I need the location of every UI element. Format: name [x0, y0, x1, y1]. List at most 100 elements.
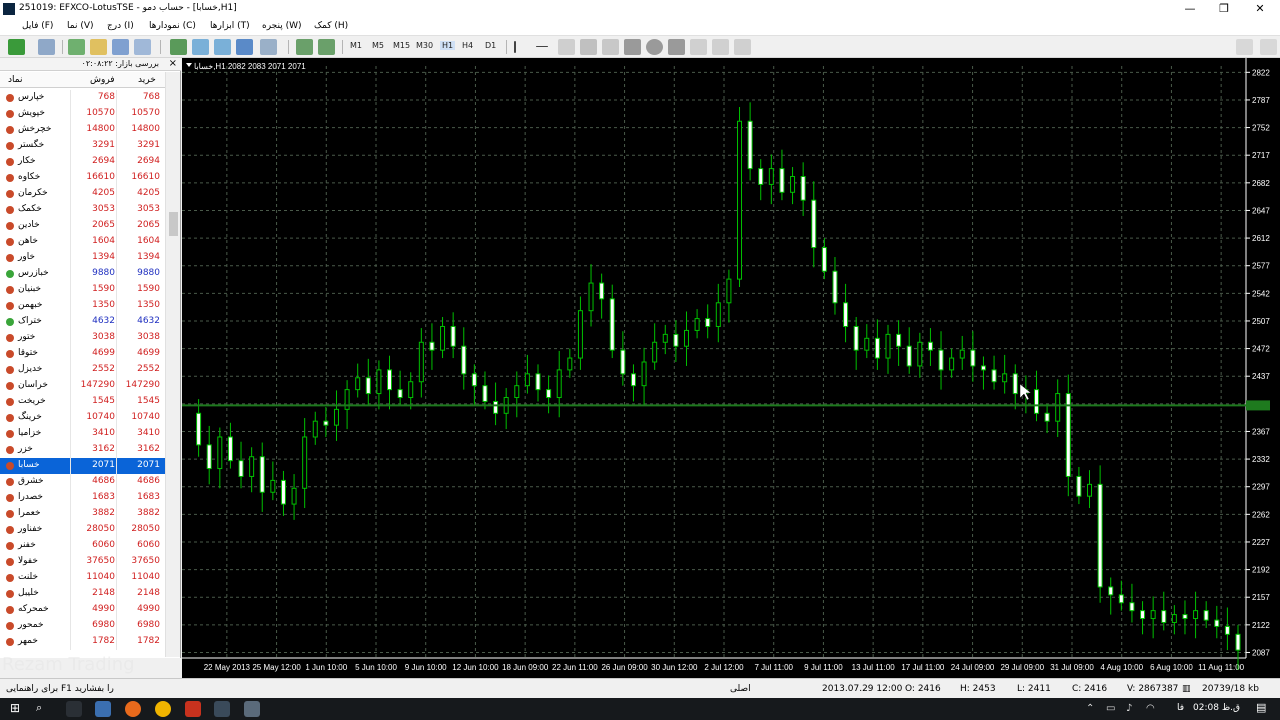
watch-row[interactable]: ختور 3038 3038	[0, 330, 165, 346]
file-explorer-icon[interactable]	[95, 701, 111, 717]
scrollbar-thumb[interactable]	[169, 212, 178, 236]
powerpoint-icon[interactable]	[185, 701, 201, 717]
ellipse-tool-icon[interactable]	[646, 39, 663, 55]
watch-row[interactable]: خعمرا 3882 3882	[0, 506, 165, 522]
window-icon[interactable]	[244, 701, 260, 717]
terminal-icon[interactable]	[112, 39, 129, 55]
watch-row[interactable]: خادین 2065 2065	[0, 218, 165, 234]
watch-row[interactable]: خزر 3162 3162	[0, 442, 165, 458]
zoom-in-icon[interactable]	[192, 39, 209, 55]
watch-row[interactable]: خپارس 768 768	[0, 90, 165, 106]
trendline-tool-icon[interactable]	[558, 39, 575, 55]
status-profile[interactable]: اصلی	[730, 684, 751, 694]
autoscroll-icon[interactable]	[296, 39, 313, 55]
profiles-icon[interactable]	[38, 39, 55, 55]
watch-row[interactable]: خفولا 37650 37650	[0, 554, 165, 570]
column-ask[interactable]: خرید	[138, 75, 156, 85]
column-symbol[interactable]: نماد	[8, 75, 22, 85]
crosshair-tool-icon[interactable]	[170, 39, 187, 55]
watch-row[interactable]: خفناور 28050 28050	[0, 522, 165, 538]
wifi-icon[interactable]: ◠	[1146, 703, 1155, 714]
firefox-icon[interactable]	[125, 701, 141, 717]
menu-tools[interactable]: ابزارها (T)	[210, 21, 250, 31]
timeframe-m1[interactable]: M1	[350, 41, 362, 50]
column-bid[interactable]: فروش	[90, 75, 115, 85]
watch-row[interactable]: خصدرا 1683 1683	[0, 490, 165, 506]
chart-type-icon[interactable]	[260, 39, 277, 55]
watch-row[interactable]: خمهر 1782 1782	[0, 634, 165, 650]
watch-row[interactable]: خمحور 6980 6980	[0, 618, 165, 634]
watch-row[interactable]: خچرخش 14800 14800	[0, 122, 165, 138]
new-chart-icon[interactable]	[8, 39, 25, 55]
chart-window[interactable]: 2822 2787 2752 2717 2682 2647 2612 2577 2542 2507…	[182, 58, 1280, 678]
tray-expand-icon[interactable]: ⌃	[1086, 703, 1094, 714]
maximize-button[interactable]: ❐	[1206, 0, 1242, 18]
candlestick-chart[interactable]: 2822 2787 2752 2717 2682 2647 2612 2577 2542 2507…	[182, 58, 1280, 678]
menu-view[interactable]: نما (V)	[67, 21, 94, 31]
tester-icon[interactable]	[134, 39, 151, 55]
fibonacci-tool-icon[interactable]	[602, 39, 619, 55]
watch-row[interactable]: ختراک 4632 4632	[0, 314, 165, 330]
tile-windows-icon[interactable]	[236, 39, 253, 55]
minimize-button[interactable]: —	[1172, 0, 1208, 18]
watch-row[interactable]: ختوقا 4699 4699	[0, 346, 165, 362]
watch-row[interactable]: خاور 1394 1394	[0, 250, 165, 266]
market-watch-icon[interactable]	[68, 39, 85, 55]
watch-row[interactable]: خریخت 1545 1545	[0, 394, 165, 410]
watch-row[interactable]: خکرمان 4205 4205	[0, 186, 165, 202]
menu-file[interactable]: فایل (F)	[22, 21, 53, 31]
horizontal-line-tool-icon[interactable]	[536, 46, 548, 47]
volume-icon[interactable]: ♪	[1126, 703, 1132, 714]
watch-row[interactable]: خمحرکه 4990 4990	[0, 602, 165, 618]
search-icon[interactable]	[1236, 39, 1253, 55]
notifications-icon[interactable]: ▤	[1256, 701, 1272, 717]
watch-row[interactable]: خبنیان 1590 1590	[0, 282, 165, 298]
watch-row[interactable]: خراسان 147290 147290	[0, 378, 165, 394]
watch-row[interactable]: خبازرس 9880 9880	[0, 266, 165, 282]
watch-row[interactable]: خکمک 3053 3053	[0, 202, 165, 218]
rectangle-tool-icon[interactable]	[624, 39, 641, 55]
close-icon[interactable]: ×	[169, 58, 177, 69]
language-indicator[interactable]: فا	[1177, 703, 1184, 713]
text-tool-icon[interactable]	[712, 39, 729, 55]
network-icon[interactable]: ▭	[1106, 703, 1115, 714]
menu-help[interactable]: کمک (H)	[314, 21, 348, 31]
menu-charts[interactable]: نمودارها (C)	[149, 21, 196, 31]
watch-row[interactable]: خاهن 1604 1604	[0, 234, 165, 250]
close-button[interactable]: ✕	[1242, 0, 1278, 18]
timeframe-m30[interactable]: M30	[416, 41, 433, 50]
chart-shift-icon[interactable]	[318, 39, 335, 55]
windows-start-icon[interactable]: ⊞	[10, 701, 26, 717]
timeframe-m5[interactable]: M5	[372, 41, 384, 50]
watch-row[interactable]: خکار 2694 2694	[0, 154, 165, 170]
watch-row[interactable]: خبهمن 1350 1350	[0, 298, 165, 314]
triangle-tool-icon[interactable]	[668, 39, 685, 55]
watch-row[interactable]: خشرق 4686 4686	[0, 474, 165, 490]
cursor-tool-icon[interactable]	[690, 39, 707, 55]
watch-row[interactable]: خدیزل 2552 2552	[0, 362, 165, 378]
zoom-out-icon[interactable]	[214, 39, 231, 55]
search-icon[interactable]: ⌕	[36, 701, 52, 717]
options-icon[interactable]	[1260, 39, 1277, 55]
chrome-icon[interactable]	[155, 701, 171, 717]
market-watch-scrollbar[interactable]	[165, 72, 180, 657]
watch-row[interactable]: خفنر 6060 6060	[0, 538, 165, 554]
menu-insert[interactable]: درج (I)	[107, 21, 134, 31]
timeframe-m15[interactable]: M15	[393, 41, 410, 50]
metatrader-icon[interactable]	[214, 701, 230, 717]
timeframe-h1[interactable]: H1	[440, 41, 456, 50]
clock[interactable]: 02:08 ق.ظ	[1193, 703, 1240, 713]
navigator-icon[interactable]	[90, 39, 107, 55]
watch-row[interactable]: خگستر 3291 3291	[0, 138, 165, 154]
watch-row[interactable]: خسابا 2071 2071	[0, 458, 165, 474]
vertical-line-tool-icon[interactable]	[514, 41, 516, 53]
menu-window[interactable]: پنجره (W)	[262, 21, 302, 31]
task-view-icon[interactable]	[66, 701, 82, 717]
watch-row[interactable]: خزامیا 3410 3410	[0, 426, 165, 442]
text-label-tool-icon[interactable]	[734, 39, 751, 55]
channel-tool-icon[interactable]	[580, 39, 597, 55]
watch-row[interactable]: خلیبل 2148 2148	[0, 586, 165, 602]
timeframe-d1[interactable]: D1	[485, 41, 496, 50]
watch-row[interactable]: خلنت 11040 11040	[0, 570, 165, 586]
watch-row[interactable]: خکاوه 16610 16610	[0, 170, 165, 186]
